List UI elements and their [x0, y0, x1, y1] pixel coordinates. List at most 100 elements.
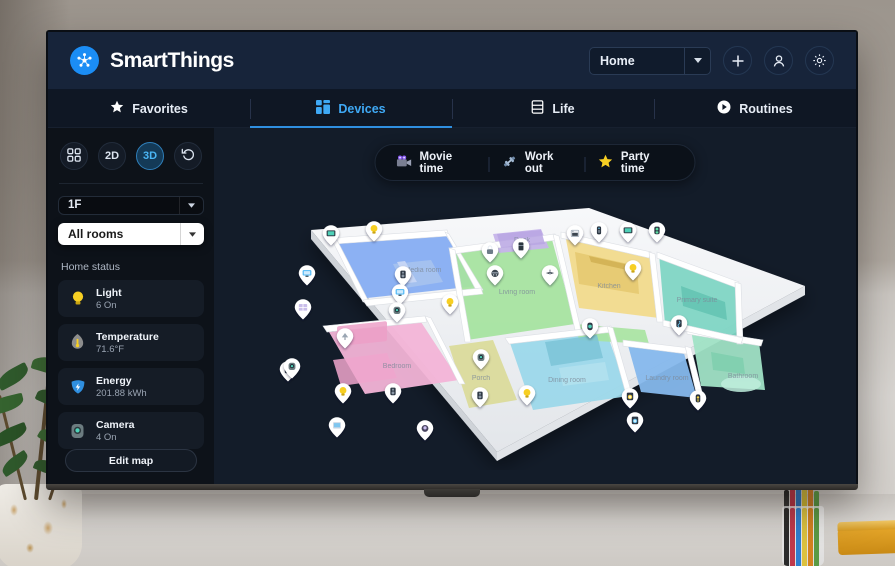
scene-work-out[interactable]: Work out: [488, 150, 585, 175]
tab-devices[interactable]: Devices: [250, 90, 452, 128]
status-value: 201.88 kWh: [96, 387, 147, 399]
speaker-icon: [400, 270, 406, 279]
scene-party-time[interactable]: Party time: [584, 151, 687, 175]
camera-icon: [393, 306, 401, 315]
room-select[interactable]: All rooms: [58, 223, 204, 245]
star-icon: [110, 100, 124, 117]
status-value: 6 On: [96, 299, 117, 311]
room-label: Primary suite: [677, 297, 718, 304]
device-pin[interactable]: [294, 299, 312, 320]
location-value: Home: [600, 53, 635, 68]
tab-label: Devices: [338, 101, 386, 116]
device-pin[interactable]: [298, 265, 316, 286]
air-cleaner-icon: [676, 319, 682, 328]
tablet-icon: [333, 422, 341, 429]
tab-favorites[interactable]: Favorites: [48, 90, 250, 127]
status-value: 4 On: [96, 431, 117, 443]
chevron-down-icon: [684, 47, 710, 74]
scene-bar: Movie time Work out Party time: [374, 144, 696, 181]
floorplan-3d[interactable]: Media room Living room Deck Bedroom Porc…: [214, 190, 856, 474]
status-card-camera[interactable]: Camera 4 On: [58, 412, 204, 449]
room-label: Bathroom: [728, 373, 759, 380]
device-pin[interactable]: [621, 388, 639, 409]
tab-label: Routines: [739, 101, 793, 116]
device-pin[interactable]: [328, 417, 346, 438]
status-name: Temperature: [96, 330, 159, 343]
camera-icon: [68, 421, 87, 440]
robot-vac-icon: [491, 269, 499, 278]
camera-icon: [477, 353, 485, 362]
movie-camera-icon: [396, 155, 413, 171]
status-name: Light: [96, 286, 122, 299]
settings-button[interactable]: [805, 46, 834, 75]
main-tab-bar: Favorites Devices Life Routines: [48, 90, 856, 128]
tab-routines[interactable]: Routines: [654, 90, 856, 127]
smartthings-logo-icon: [70, 46, 99, 75]
tab-label: Favorites: [132, 101, 188, 116]
profile-button[interactable]: [764, 46, 793, 75]
home-status-list: Light 6 On Temperature 71.6°F Energy 201…: [58, 280, 204, 449]
thermometer-icon: [68, 333, 87, 352]
plant-pot: [0, 484, 82, 566]
view-controls: 2D 3D: [58, 140, 204, 170]
device-pin[interactable]: [689, 390, 707, 411]
grid-view-icon: [67, 147, 81, 165]
status-card-light[interactable]: Light 6 On: [58, 280, 204, 317]
chevron-down-icon: [180, 223, 204, 245]
app-body: 2D 3D 1F All rooms Home status Light 6 O…: [48, 128, 856, 486]
pencil-cup: [782, 506, 824, 566]
status-card-energy[interactable]: Energy 201.88 kWh: [58, 368, 204, 405]
edit-map-button[interactable]: Edit map: [65, 449, 197, 472]
status-card-temperature[interactable]: Temperature 71.6°F: [58, 324, 204, 361]
location-select[interactable]: Home: [589, 46, 711, 75]
view-control-reset[interactable]: [174, 142, 202, 170]
floor-select[interactable]: 1F: [58, 195, 204, 216]
sidebar: 2D 3D 1F All rooms Home status Light 6 O…: [48, 128, 214, 486]
speaker-icon: [390, 387, 396, 396]
desk-surface: [0, 494, 895, 566]
status-name: Camera: [96, 418, 135, 431]
yellow-book: [837, 526, 895, 556]
reset-rotate-icon: [181, 147, 196, 165]
add-button[interactable]: [723, 46, 752, 75]
thermostat-icon: [587, 322, 593, 331]
washer-icon: [626, 392, 634, 401]
room-label: Bedroom: [383, 363, 412, 370]
tv-screen: SmartThings Home Favorites Devices Life …: [48, 32, 856, 486]
floorplan-stage: Movie time Work out Party time Media roo…: [214, 128, 856, 486]
brand-name: SmartThings: [110, 48, 234, 72]
tab-life[interactable]: Life: [452, 90, 654, 127]
status-value: 71.6°F: [96, 343, 125, 355]
tab-label: Life: [552, 101, 575, 116]
scene-label: Movie time: [419, 150, 453, 175]
chevron-down-icon: [179, 196, 203, 215]
device-pin[interactable]: [416, 420, 434, 441]
device-pin[interactable]: [384, 383, 402, 404]
floorplan-svg[interactable]: Media room Living room Deck Bedroom Porc…: [245, 190, 825, 470]
room-label: Kitchen: [597, 283, 620, 290]
dryer-icon: [631, 416, 639, 425]
camera-icon: [288, 362, 296, 371]
view-control-grid[interactable]: [60, 142, 88, 170]
view-control-2d[interactable]: 2D: [98, 142, 126, 170]
view-2d-label: 2D: [104, 150, 120, 162]
devices-grid-icon: [316, 100, 331, 117]
scene-label: Work out: [524, 150, 554, 175]
view-3d-label: 3D: [142, 150, 158, 162]
device-pin[interactable]: [334, 383, 352, 404]
room-label: Dining room: [548, 377, 586, 384]
energy-bolt-icon: [68, 377, 87, 396]
view-control-3d[interactable]: 3D: [136, 142, 164, 170]
scene-movie-time[interactable]: Movie time: [384, 151, 489, 175]
room-label: Living room: [499, 289, 535, 296]
app-header: SmartThings Home: [48, 32, 856, 90]
device-pin[interactable]: [626, 412, 644, 433]
room-label: Porch: [472, 375, 490, 382]
tv-frame: SmartThings Home Favorites Devices Life …: [46, 30, 858, 488]
motion-icon: [421, 424, 429, 432]
room-label: Laundry room: [645, 375, 688, 382]
star-icon: [598, 154, 614, 172]
remote-icon: [596, 226, 602, 235]
dumbbell-icon: [502, 154, 518, 172]
tv-stand: [424, 489, 480, 497]
